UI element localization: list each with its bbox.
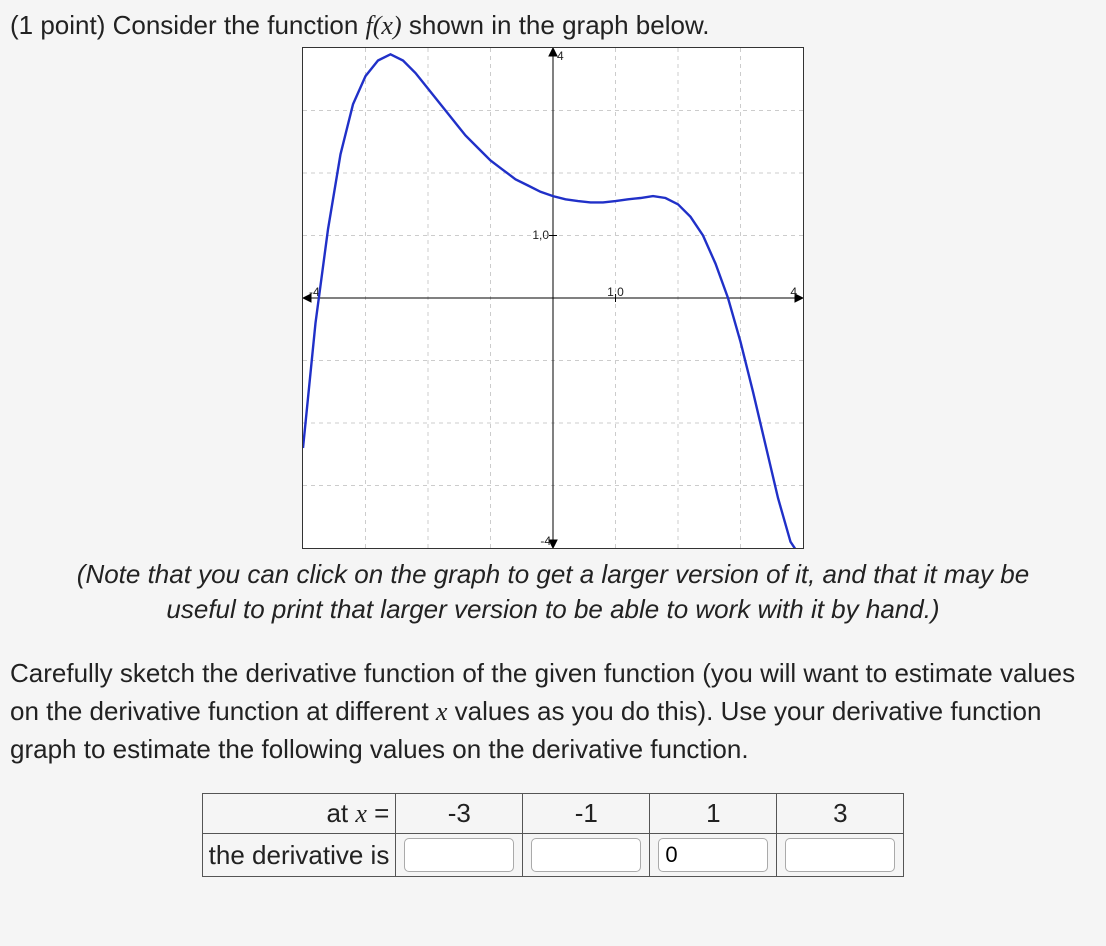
answer-input-1[interactable] bbox=[531, 838, 641, 872]
table-row: at x = -3 -1 1 3 bbox=[202, 794, 904, 834]
instr-var: x bbox=[436, 697, 448, 726]
y-tick-1: 1,0 bbox=[532, 228, 549, 242]
answer-input-2[interactable] bbox=[658, 838, 768, 872]
x-cell-0: -3 bbox=[396, 794, 523, 834]
answer-cell-1 bbox=[523, 834, 650, 877]
row1-label: at x = bbox=[202, 794, 396, 834]
row1-post: = bbox=[367, 798, 389, 828]
row2-label: the derivative is bbox=[202, 834, 396, 877]
x-cell-1: -1 bbox=[523, 794, 650, 834]
answer-table: at x = -3 -1 1 3 the derivative is bbox=[202, 793, 905, 877]
table-row: the derivative is bbox=[202, 834, 904, 877]
problem-prompt: (1 point) Consider the function f(x) sho… bbox=[10, 8, 1096, 43]
row1-pre: at bbox=[326, 798, 355, 828]
graph-note: (Note that you can click on the graph to… bbox=[40, 557, 1066, 627]
problem-page: (1 point) Consider the function f(x) sho… bbox=[0, 0, 1106, 946]
instructions: Carefully sketch the derivative function… bbox=[10, 655, 1096, 768]
y-pos-label: 4 bbox=[557, 49, 564, 63]
answer-input-3[interactable] bbox=[785, 838, 895, 872]
answer-cell-0 bbox=[396, 834, 523, 877]
prompt-fn: f(x) bbox=[366, 11, 402, 40]
graph-container: -4 4 4 -4 1,0 1,0 bbox=[10, 47, 1096, 549]
prompt-prefix: (1 point) Consider the function bbox=[10, 10, 366, 40]
graph[interactable]: -4 4 4 -4 1,0 1,0 bbox=[302, 47, 804, 549]
row1-var: x bbox=[355, 799, 367, 828]
answer-cell-3 bbox=[777, 834, 904, 877]
answer-cell-2 bbox=[650, 834, 777, 877]
answer-input-0[interactable] bbox=[404, 838, 514, 872]
prompt-suffix: shown in the graph below. bbox=[402, 10, 710, 40]
x-cell-2: 1 bbox=[650, 794, 777, 834]
y-neg-label: -4 bbox=[540, 534, 551, 548]
x-cell-3: 3 bbox=[777, 794, 904, 834]
x-tick-1: 1,0 bbox=[607, 285, 624, 299]
x-pos-label: 4 bbox=[790, 285, 797, 299]
graph-svg: -4 4 4 -4 1,0 1,0 bbox=[303, 48, 803, 548]
